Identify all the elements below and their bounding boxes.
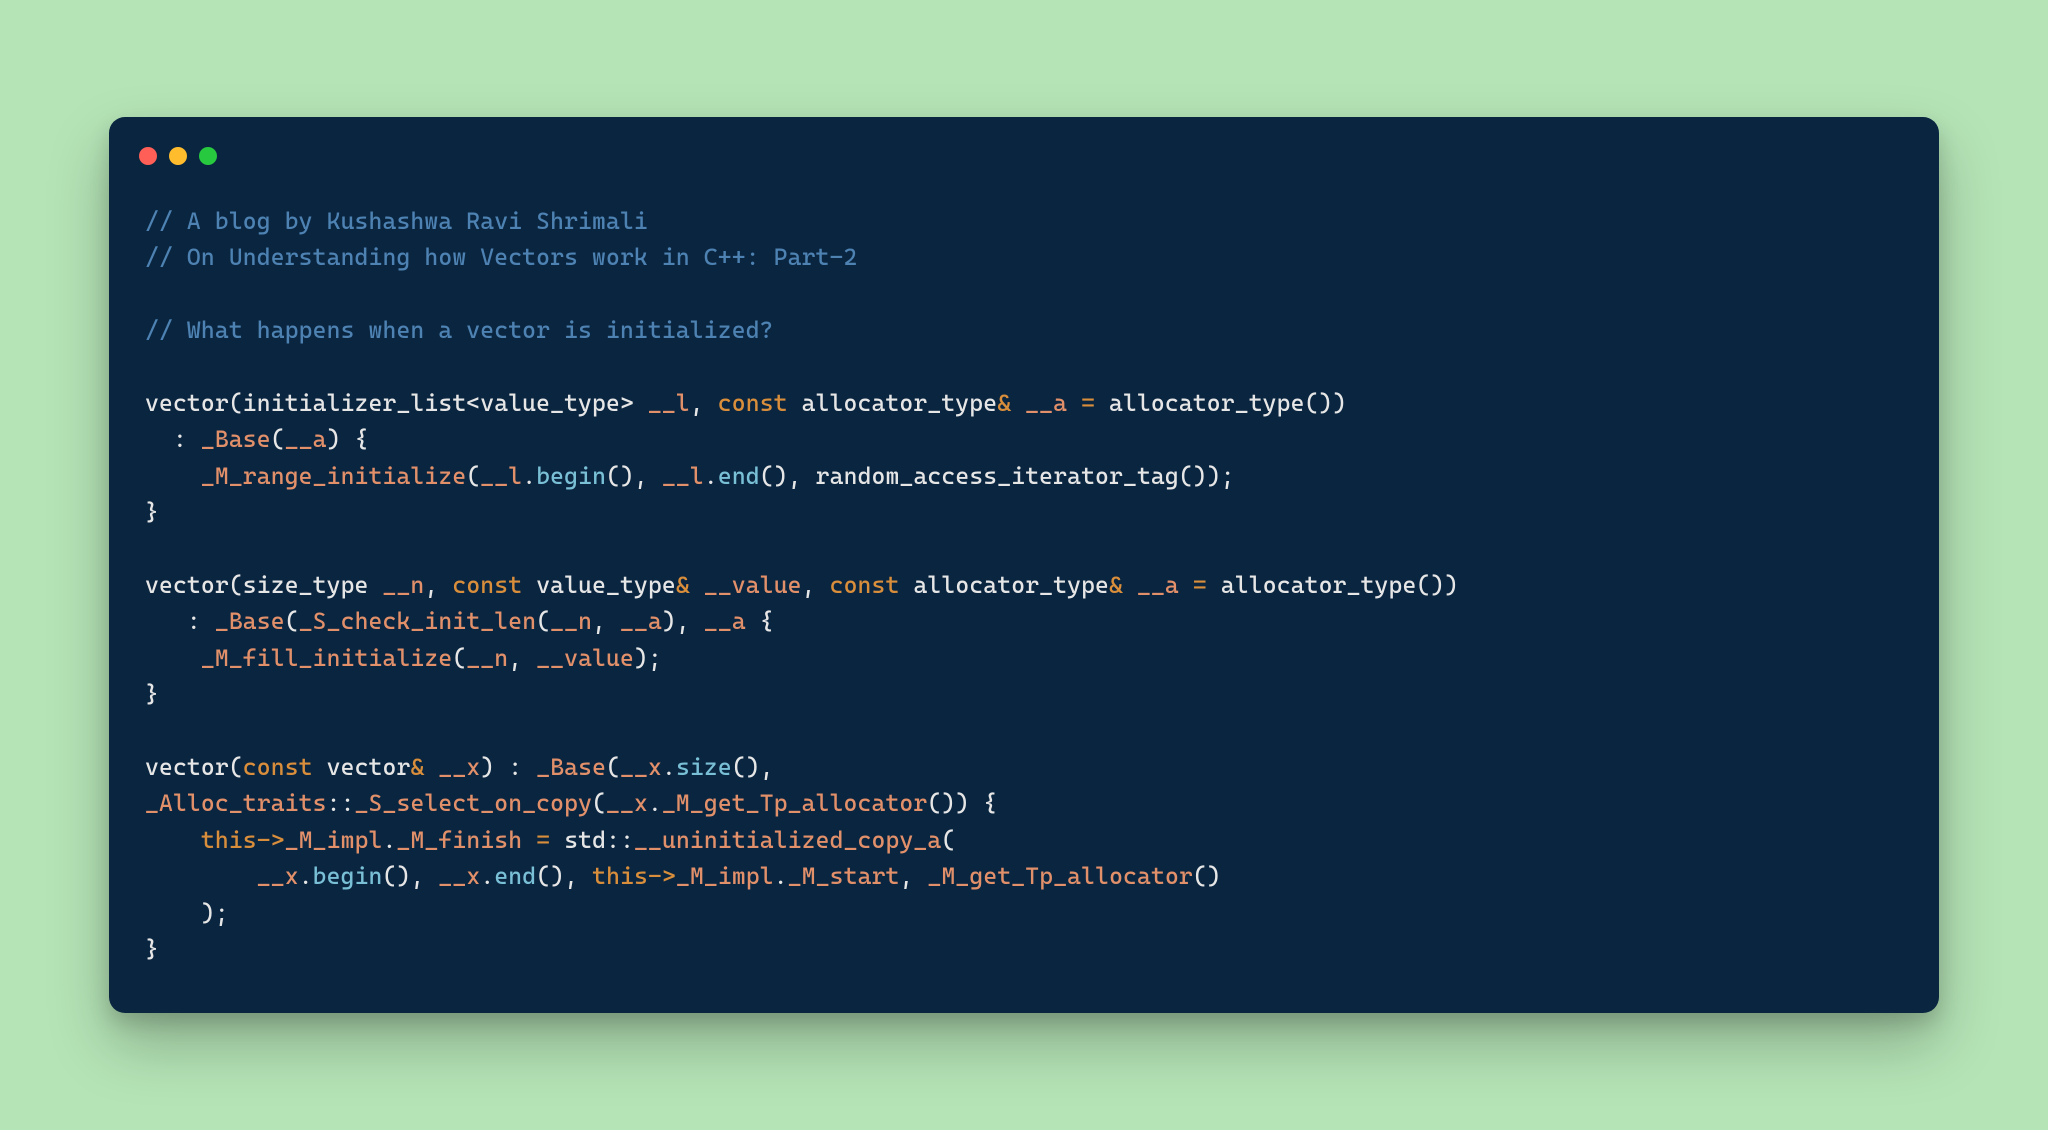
window-traffic-lights	[139, 147, 1903, 165]
comment-line: // A blog by Kushashwa Ravi Shrimali	[145, 207, 648, 235]
code-window: // A blog by Kushashwa Ravi Shrimali // …	[109, 117, 1939, 1014]
comment-line: // On Understanding how Vectors work in …	[145, 243, 857, 271]
page-background: // A blog by Kushashwa Ravi Shrimali // …	[0, 0, 2048, 1130]
window-close-icon[interactable]	[139, 147, 157, 165]
window-minimize-icon[interactable]	[169, 147, 187, 165]
code-block: // A blog by Kushashwa Ravi Shrimali // …	[145, 203, 1903, 968]
comment-line: // What happens when a vector is initial…	[145, 316, 774, 344]
window-zoom-icon[interactable]	[199, 147, 217, 165]
